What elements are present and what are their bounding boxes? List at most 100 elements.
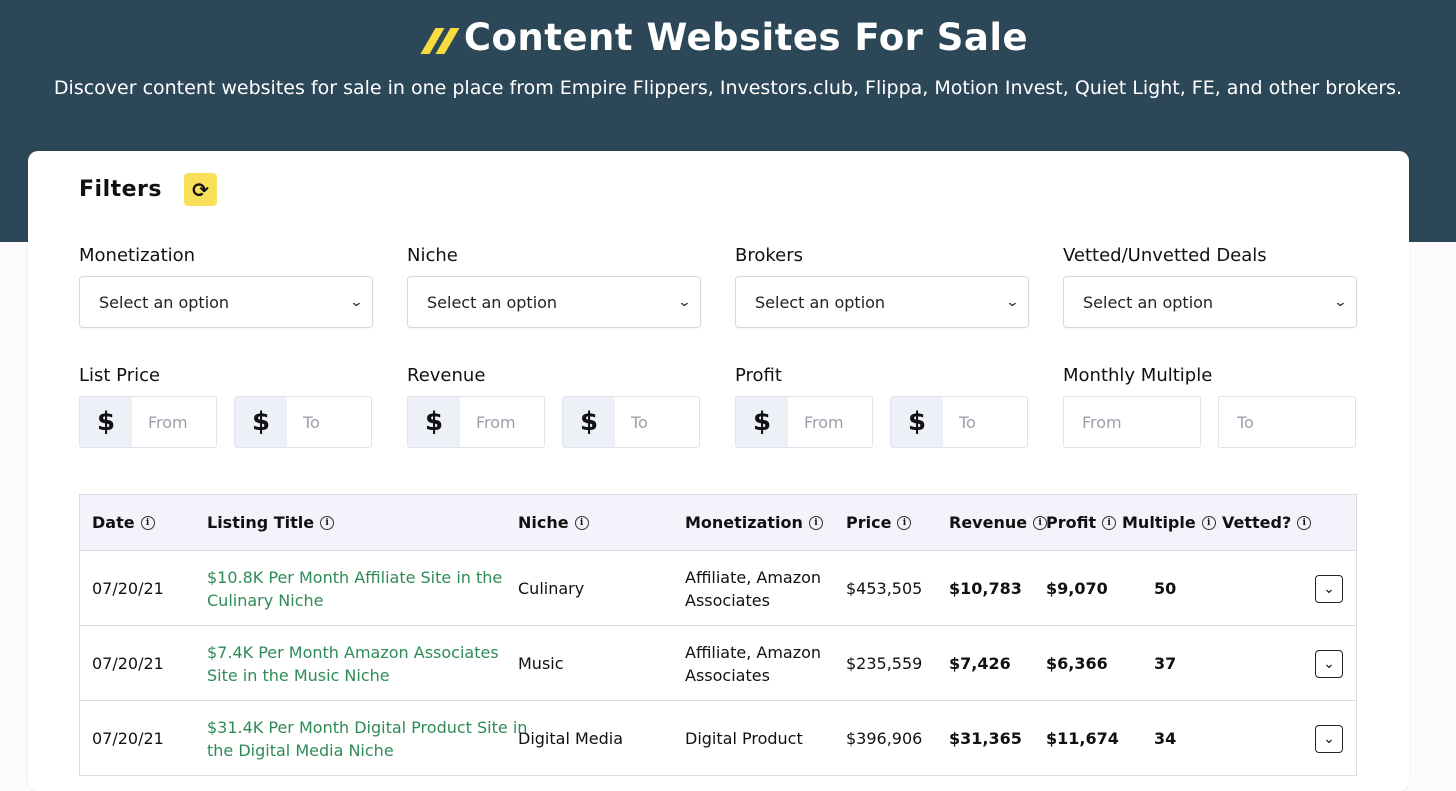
row-date: 07/20/21: [92, 579, 164, 598]
placeholder-from: From: [476, 412, 516, 432]
table-row: 07/20/21 $7.4K Per Month Amazon Associat…: [80, 626, 1356, 701]
vetted-label: Vetted/Unvetted Deals: [1063, 245, 1267, 266]
page-title: Content Websites For Sale: [463, 16, 1029, 59]
placeholder-from: From: [148, 412, 188, 432]
row-date: 07/20/21: [92, 729, 164, 748]
row-revenue: $10,783: [949, 579, 1022, 598]
chevron-down-icon: ⌄: [1323, 656, 1335, 672]
info-icon[interactable]: i: [1201, 515, 1216, 530]
row-niche: Digital Media: [518, 729, 624, 748]
row-date: 07/20/21: [92, 654, 164, 673]
row-monetization: Affiliate, Amazon Associates: [685, 642, 822, 685]
monetization-select[interactable]: Select an option ⌄: [79, 276, 373, 328]
listing-title-link[interactable]: $10.8K Per Month Affiliate Site in the Cu…: [207, 551, 502, 626]
revenue-from-input[interactable]: $ From: [407, 396, 545, 448]
monetization-select-value: Select an option: [99, 292, 230, 312]
profit-label: Profit: [735, 365, 782, 386]
monthly-multiple-label: Monthly Multiple: [1063, 365, 1213, 386]
placeholder-to: To: [959, 412, 976, 432]
multiple-to-input[interactable]: To: [1218, 396, 1356, 448]
filters-title: Filters: [79, 177, 162, 202]
dollar-icon: $: [408, 397, 460, 447]
dollar-icon: $: [736, 397, 788, 447]
vetted-select[interactable]: Select an option ⌄: [1063, 276, 1357, 328]
dollar-icon: $: [891, 397, 943, 447]
col-monetization[interactable]: Monetization i: [685, 513, 823, 532]
list-price-label: List Price: [79, 365, 161, 386]
col-multiple[interactable]: Multiple i: [1122, 513, 1216, 532]
expand-row-button[interactable]: ⌄: [1315, 650, 1343, 678]
niche-select[interactable]: Select an option ⌄: [407, 276, 701, 328]
list-price-from-input[interactable]: $ From: [79, 396, 217, 448]
row-multiple: 50: [1154, 579, 1177, 598]
niche-select-value: Select an option: [427, 292, 558, 312]
filters-card: Filters ⟳ Monetization Select an option …: [28, 151, 1409, 791]
listing-title-link[interactable]: $31.4K Per Month Digital Product Site in…: [207, 701, 527, 776]
info-icon[interactable]: i: [320, 515, 335, 530]
row-revenue: $31,365: [949, 729, 1022, 748]
list-price-to-input[interactable]: $ To: [234, 396, 372, 448]
table-header: Date i Listing Title i Niche i Monetization…: [80, 495, 1356, 551]
chevron-down-icon: ⌄: [677, 294, 692, 310]
col-listing-title[interactable]: Listing Title i: [207, 513, 335, 532]
refresh-icon: ⟳: [192, 177, 209, 202]
info-icon[interactable]: i: [1102, 515, 1117, 530]
dollar-icon: $: [563, 397, 615, 447]
row-profit: $9,070: [1046, 579, 1108, 598]
table-row: 07/20/21 $10.8K Per Month Affiliate Site…: [80, 551, 1356, 626]
niche-label: Niche: [407, 245, 458, 266]
profit-to-input[interactable]: $ To: [890, 396, 1028, 448]
brokers-label: Brokers: [735, 245, 804, 266]
row-price: $453,505: [846, 579, 923, 598]
placeholder-to: To: [631, 412, 648, 432]
col-profit[interactable]: Profit i: [1046, 513, 1117, 532]
dollar-icon: $: [235, 397, 287, 447]
row-price: $235,559: [846, 654, 923, 673]
monetization-label: Monetization: [79, 245, 196, 266]
multiple-from-input[interactable]: From: [1063, 396, 1201, 448]
col-vetted[interactable]: Vetted? i: [1222, 513, 1312, 532]
row-niche: Culinary: [518, 579, 585, 598]
info-icon[interactable]: i: [808, 515, 823, 530]
chevron-down-icon: ⌄: [1333, 294, 1348, 310]
placeholder-from: From: [1082, 412, 1122, 432]
row-monetization: Digital Product: [685, 729, 803, 748]
placeholder-to: To: [303, 412, 320, 432]
info-icon[interactable]: i: [1033, 515, 1048, 530]
page-title-wrap: Content Websites For Sale: [0, 16, 1456, 59]
revenue-to-input[interactable]: $ To: [562, 396, 700, 448]
chevron-down-icon: ⌄: [1005, 294, 1020, 310]
row-multiple: 34: [1154, 729, 1177, 748]
dollar-icon: $: [80, 397, 132, 447]
row-profit: $6,366: [1046, 654, 1108, 673]
reset-filters-button[interactable]: ⟳: [184, 173, 217, 206]
col-niche[interactable]: Niche i: [518, 513, 589, 532]
info-icon[interactable]: i: [897, 515, 912, 530]
row-revenue: $7,426: [949, 654, 1011, 673]
listings-table: Date i Listing Title i Niche i Monetization…: [79, 494, 1357, 776]
col-date[interactable]: Date i: [92, 513, 155, 532]
row-niche: Music: [518, 654, 564, 673]
listing-title-link[interactable]: $7.4K Per Month Amazon Associates Site in…: [207, 626, 499, 701]
info-icon[interactable]: i: [574, 515, 589, 530]
col-price[interactable]: Price i: [846, 513, 912, 532]
brokers-select-value: Select an option: [755, 292, 886, 312]
placeholder-to: To: [1237, 412, 1254, 432]
row-profit: $11,674: [1046, 729, 1119, 748]
chevron-down-icon: ⌄: [349, 294, 364, 310]
chevron-down-icon: ⌄: [1323, 581, 1335, 597]
info-icon[interactable]: i: [140, 515, 155, 530]
row-monetization: Affiliate, Amazon Associates: [685, 567, 822, 610]
revenue-label: Revenue: [407, 365, 486, 386]
profit-from-input[interactable]: $ From: [735, 396, 873, 448]
col-revenue[interactable]: Revenue i: [949, 513, 1048, 532]
expand-row-button[interactable]: ⌄: [1315, 725, 1343, 753]
info-icon[interactable]: i: [1297, 515, 1312, 530]
expand-row-button[interactable]: ⌄: [1315, 575, 1343, 603]
chevron-down-icon: ⌄: [1323, 731, 1335, 747]
vetted-select-value: Select an option: [1083, 292, 1214, 312]
table-row: 07/20/21 $31.4K Per Month Digital Produc…: [80, 701, 1356, 776]
brokers-select[interactable]: Select an option ⌄: [735, 276, 1029, 328]
placeholder-from: From: [804, 412, 844, 432]
row-multiple: 37: [1154, 654, 1177, 673]
